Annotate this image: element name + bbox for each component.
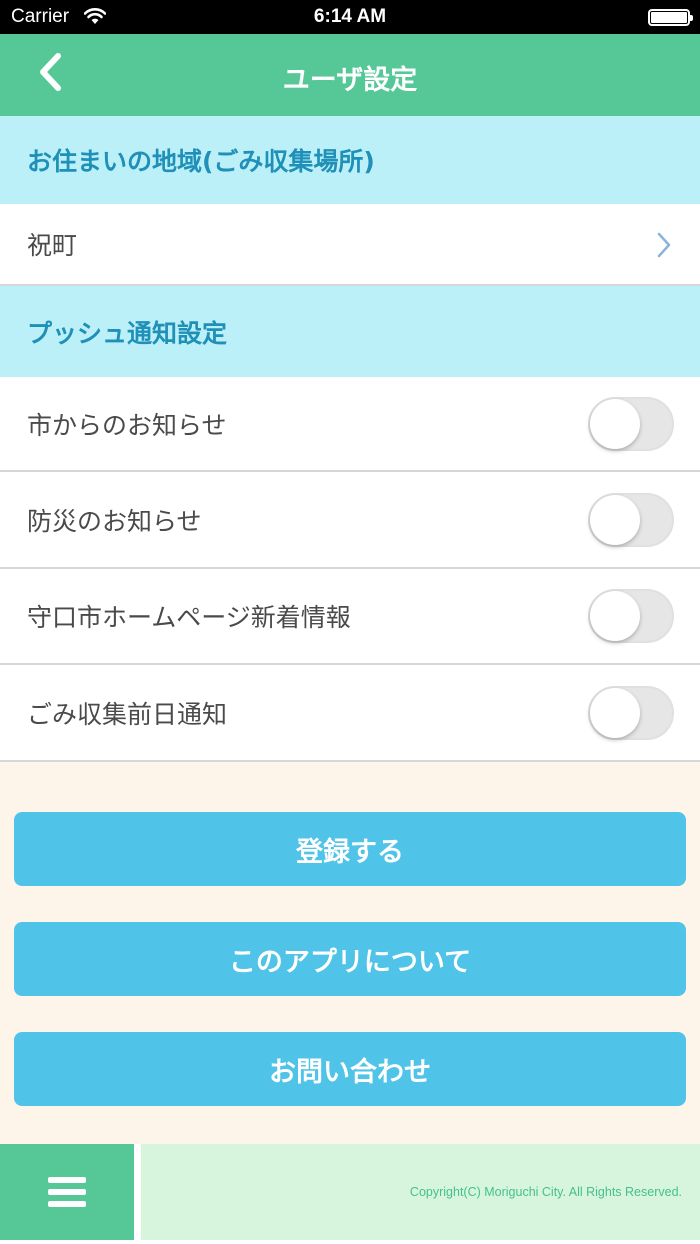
contact-button[interactable]: お問い合わせ — [14, 1032, 686, 1106]
toggle-knob — [590, 494, 640, 545]
page-title: ユーザ設定 — [282, 65, 418, 96]
register-button[interactable]: 登録する — [14, 812, 686, 886]
notify-row-disaster: 防災のお知らせ — [0, 472, 700, 569]
notify-label-disaster: 防災のお知らせ — [27, 506, 202, 536]
notify-row-homepage: 守口市ホームページ新着情報 — [0, 569, 700, 665]
notify-row-city: 市からのお知らせ — [0, 377, 700, 472]
toggle-knob — [590, 398, 640, 449]
about-app-button[interactable]: このアプリについて — [14, 922, 686, 996]
footer-divider — [134, 1144, 141, 1240]
notify-toggle-garbage[interactable] — [588, 685, 674, 740]
nav-bar: ユーザ設定 — [0, 34, 700, 116]
notify-toggle-disaster[interactable] — [588, 492, 674, 547]
hamburger-menu-icon — [48, 1177, 86, 1207]
toggle-knob — [590, 687, 640, 738]
notify-toggle-homepage[interactable] — [588, 589, 674, 643]
chevron-right-icon — [657, 232, 671, 258]
copyright-text: Copyright(C) Moriguchi City. All Rights … — [409, 1185, 682, 1199]
status-bar: Carrier 6:14 AM — [0, 0, 700, 34]
notify-toggle-city[interactable] — [588, 396, 674, 451]
footer-copyright: Copyright(C) Moriguchi City. All Rights … — [141, 1144, 700, 1240]
notify-row-garbage: ごみ収集前日通知 — [0, 665, 700, 762]
menu-button[interactable] — [0, 1144, 134, 1240]
area-select-row[interactable]: 祝町 — [0, 204, 700, 286]
selected-area-label: 祝町 — [27, 231, 78, 260]
battery-icon — [648, 9, 693, 26]
notify-label-homepage: 守口市ホームページ新着情報 — [27, 603, 351, 632]
bottom-edge — [0, 1240, 700, 1244]
clock: 6:14 AM — [313, 6, 387, 27]
push-section-header: プッシュ通知設定 — [0, 286, 700, 377]
notify-label-garbage: ごみ収集前日通知 — [27, 699, 228, 729]
notify-label-city: 市からのお知らせ — [27, 410, 227, 440]
area-section-header: お住まいの地域(ごみ収集場所) — [0, 116, 700, 204]
toggle-knob — [590, 591, 640, 641]
